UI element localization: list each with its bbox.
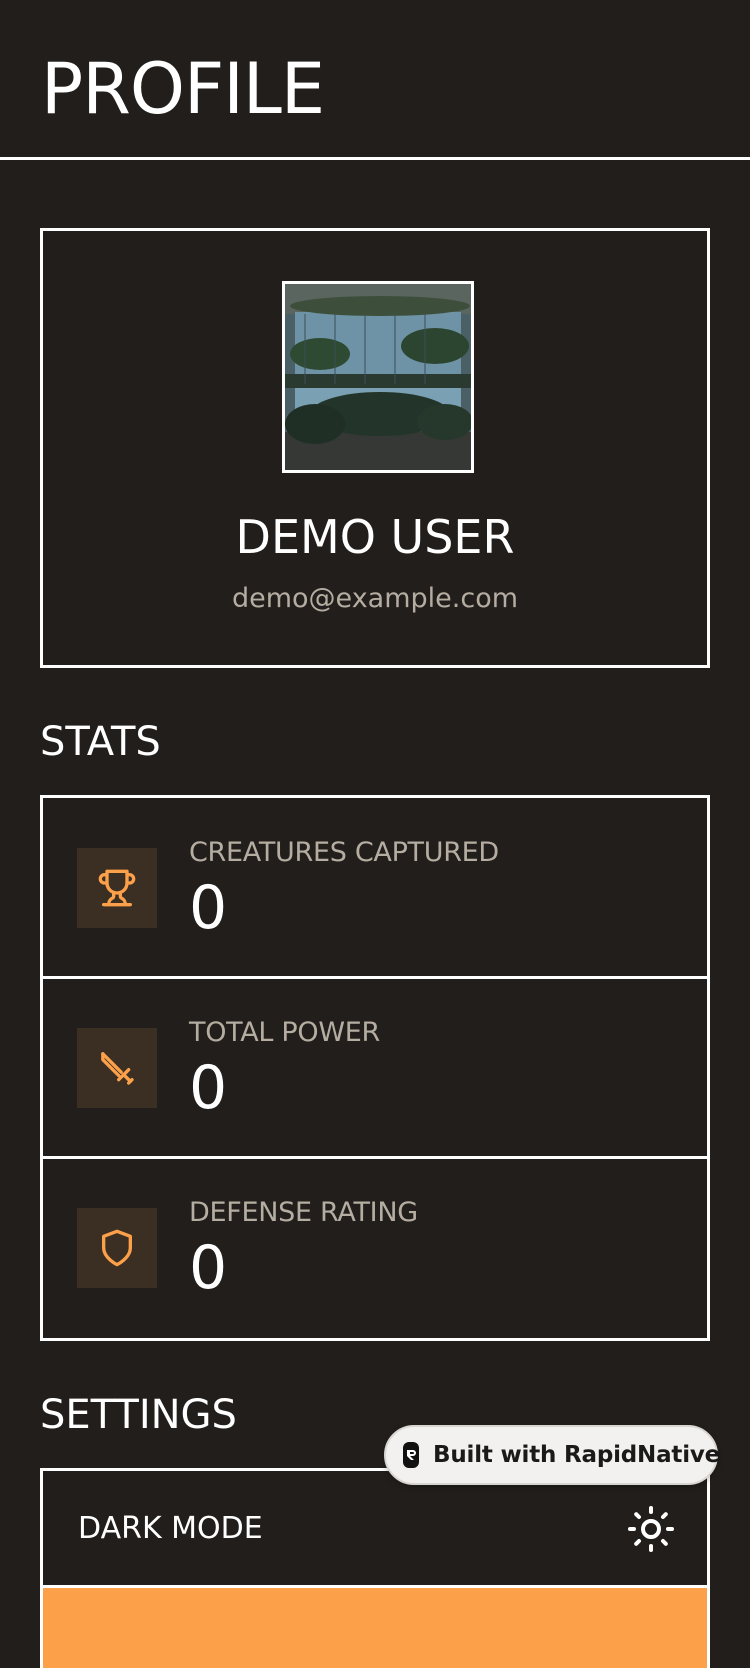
badge-text: Built with RapidNative xyxy=(433,1442,721,1468)
page-title: PROFILE xyxy=(41,48,325,130)
avatar-image xyxy=(285,284,471,470)
stat-row-total-power: TOTAL POWER 0 xyxy=(43,976,707,1156)
stat-row-creatures-captured: CREATURES CAPTURED 0 xyxy=(43,798,707,978)
stat-label: DEFENSE RATING xyxy=(189,1197,418,1228)
stat-value: 0 xyxy=(189,873,228,943)
settings-section-title: SETTINGS xyxy=(40,1392,237,1438)
stat-label: CREATURES CAPTURED xyxy=(189,837,499,868)
user-name: DEMO USER xyxy=(235,510,515,564)
stats-list: CREATURES CAPTURED 0 TOTAL POWER 0 DEFEN… xyxy=(40,795,710,1341)
settings-list: DARK MODE xyxy=(40,1468,710,1668)
setting-row-dark-mode[interactable]: DARK MODE xyxy=(43,1471,707,1588)
stat-row-defense-rating: DEFENSE RATING 0 xyxy=(43,1156,707,1336)
sword-icon xyxy=(77,1028,157,1108)
setting-label: DARK MODE xyxy=(78,1511,263,1546)
accent-action-bar[interactable] xyxy=(43,1588,707,1668)
trophy-icon xyxy=(77,848,157,928)
built-with-badge[interactable]: Built with RapidNative xyxy=(384,1425,721,1485)
user-email: demo@example.com xyxy=(231,583,519,614)
page-header: PROFILE xyxy=(0,0,750,160)
stats-section-title: STATS xyxy=(40,719,161,765)
shield-icon xyxy=(77,1208,157,1288)
rapidnative-logo-icon xyxy=(403,1442,419,1468)
stat-label: TOTAL POWER xyxy=(189,1017,380,1048)
profile-card: DEMO USER demo@example.com xyxy=(40,228,710,668)
profile-avatar[interactable] xyxy=(282,281,474,473)
stat-value: 0 xyxy=(189,1233,228,1303)
stat-value: 0 xyxy=(189,1053,228,1123)
sun-icon[interactable] xyxy=(627,1505,675,1553)
